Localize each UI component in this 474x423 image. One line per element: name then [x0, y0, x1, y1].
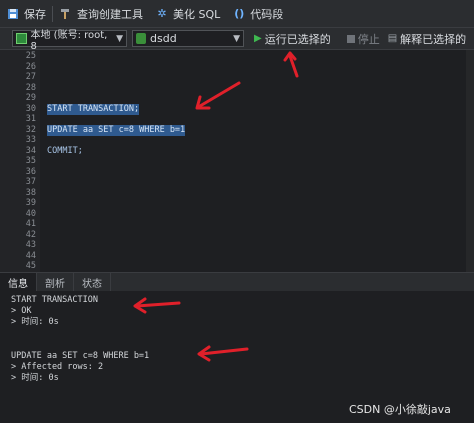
line-number: 30: [25, 103, 36, 114]
line-number: 27: [25, 72, 36, 82]
editor-line: 35: [0, 156, 474, 167]
output-line: > 时间: 0s: [11, 373, 59, 384]
output-line: START TRANSACTION: [11, 295, 98, 305]
output-line: UPDATE aa SET c=8 WHERE b=1: [11, 351, 150, 361]
line-number: 34: [25, 145, 36, 156]
editor-line: 39: [0, 198, 474, 209]
line-number: 44: [25, 250, 36, 261]
tab-status[interactable]: 状态: [74, 273, 111, 291]
explain-selected-label: 解释已选择的: [400, 32, 467, 46]
editor-line: 43: [0, 240, 474, 251]
editor-line: 34 COMMIT;: [0, 146, 474, 157]
line-number: 36: [25, 166, 36, 177]
editor-line: 26: [0, 62, 474, 73]
run-selected-button[interactable]: ▶ 运行已选择的: [250, 31, 335, 47]
editor-scrollbar[interactable]: [466, 50, 474, 272]
play-icon: ▶: [254, 33, 262, 44]
beautify-icon: ✲: [157, 6, 167, 20]
database-value: dsdd: [150, 32, 177, 45]
code-text: COMMIT;: [47, 145, 83, 156]
save-icon: [6, 7, 20, 21]
arrow-to-selection: [195, 81, 241, 110]
csdn-watermark: CSDN @小徐敲java: [349, 403, 451, 416]
line-number: 31: [25, 114, 36, 124]
editor-line: 25: [0, 51, 474, 62]
line-number: 42: [25, 229, 36, 240]
output-line: > OK: [11, 306, 32, 317]
arrow-to-transaction-output: [133, 297, 181, 314]
connection-toolbar: 本地 (账号: root, 8 ▼ dsdd ▼ ▶ 运行已选择的 停止 ▤ 解…: [0, 28, 474, 52]
database-icon: [136, 33, 146, 44]
editor-line: 32 UPDATE aa SET c=8 WHERE b=1: [0, 124, 474, 136]
query-builder-button[interactable]: 查询创建工具: [53, 0, 149, 27]
stop-label: 停止: [357, 32, 380, 46]
connection-select[interactable]: 本地 (账号: root, 8 ▼: [12, 30, 127, 52]
line-number: 32: [25, 124, 36, 135]
editor-line: 38: [0, 188, 474, 199]
hammer-icon: [59, 7, 73, 21]
connection-value: 本地 (账号: root, 8: [30, 29, 108, 52]
editor-line: 44: [0, 251, 474, 262]
code-text: UPDATE aa SET c=8 WHERE b=1: [47, 124, 186, 136]
line-number: 35: [25, 156, 36, 166]
snippet-icon: (): [234, 6, 245, 20]
chevron-down-icon: ▼: [233, 33, 240, 44]
line-number: 43: [25, 240, 36, 250]
database-select[interactable]: dsdd ▼: [132, 30, 244, 47]
snippet-label: 代码段: [250, 7, 284, 21]
line-number: 37: [25, 177, 36, 187]
tab-info[interactable]: 信息: [0, 273, 37, 291]
stop-icon: [346, 34, 355, 43]
output-line: > 时间: 0s: [11, 317, 59, 328]
query-builder-label: 查询创建工具: [77, 7, 143, 21]
run-selected-label: 运行已选择的: [264, 32, 331, 46]
editor-line: 40: [0, 209, 474, 220]
line-number: 38: [25, 187, 36, 198]
arrow-to-update-output: [197, 345, 249, 362]
code-snippet-button[interactable]: () 代码段: [226, 0, 289, 27]
chevron-down-icon: ▼: [116, 33, 123, 44]
editor-line: 31: [0, 114, 474, 125]
main-toolbar: 保存 查询创建工具 ✲ 美化 SQL () 代码段: [0, 0, 474, 28]
line-number: 25: [25, 51, 36, 61]
line-number: 40: [25, 208, 36, 219]
arrow-to-run-button: [283, 51, 299, 78]
line-number: 41: [25, 219, 36, 229]
editor-line: 36: [0, 167, 474, 178]
editor-line: 41: [0, 219, 474, 230]
save-button[interactable]: 保存: [0, 0, 52, 27]
line-number: 29: [25, 93, 36, 103]
code-text: START TRANSACTION;: [47, 103, 140, 115]
editor-line: 45: [0, 261, 474, 272]
beautify-label: 美化 SQL: [173, 7, 221, 21]
save-label: 保存: [24, 7, 46, 21]
result-tabs: 信息 剖析 状态: [0, 272, 474, 292]
tab-profile[interactable]: 剖析: [37, 273, 74, 291]
beautify-sql-button[interactable]: ✲ 美化 SQL: [149, 0, 226, 27]
line-number: 45: [25, 261, 36, 271]
explain-selected-button[interactable]: ▤ 解释已选择的: [384, 31, 470, 47]
connection-icon: [16, 33, 27, 44]
explain-icon: ▤: [387, 33, 398, 44]
editor-line: 42: [0, 230, 474, 241]
line-number: 28: [25, 82, 36, 93]
stop-button[interactable]: 停止: [343, 31, 384, 47]
line-number: 33: [25, 135, 36, 145]
line-number: 26: [25, 61, 36, 72]
output-line: > Affected rows: 2: [11, 362, 104, 373]
editor-line: 33: [0, 135, 474, 146]
editor-line: 37: [0, 177, 474, 188]
line-number: 39: [25, 198, 36, 208]
